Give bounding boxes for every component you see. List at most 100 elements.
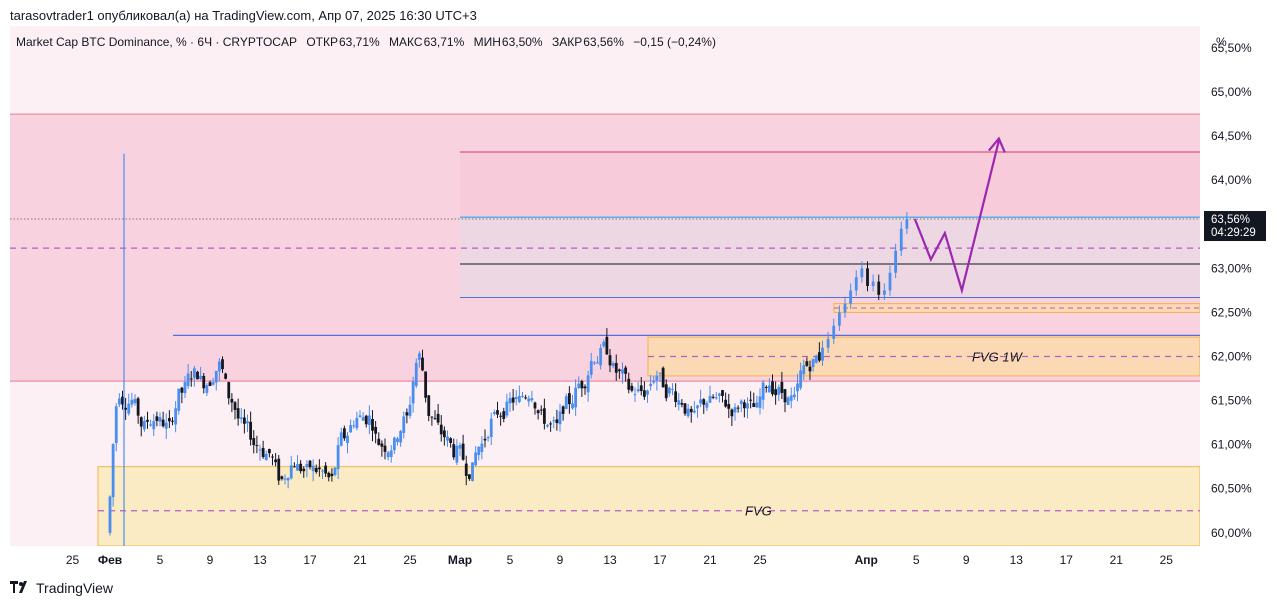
candle-body (474, 452, 478, 466)
candle-body (289, 465, 293, 479)
candle-body (894, 250, 898, 273)
candle-body (205, 385, 209, 393)
candle-body (317, 467, 321, 470)
candle-body (749, 399, 753, 401)
candle-body (155, 416, 159, 421)
candle-body (233, 402, 237, 410)
legend-high: 63,71% (423, 35, 465, 49)
x-tick-label: 5 (507, 553, 514, 567)
candle-body (574, 387, 578, 408)
legend-close-label: ЗАКР (551, 35, 583, 49)
candle-body (211, 382, 215, 385)
candle-body (252, 438, 256, 446)
candle-body (689, 408, 693, 413)
candle-body (221, 359, 224, 370)
candle-body (614, 362, 618, 373)
candle-body (330, 473, 334, 477)
candle-body (389, 450, 393, 457)
legend-low-label: МИН (473, 35, 501, 49)
candle-body (696, 405, 699, 409)
candle-body (624, 367, 628, 374)
legend-symbol[interactable]: Market Cap BTC Dominance, % · 6Ч · CRYPT… (16, 35, 297, 49)
candle (414, 358, 418, 389)
x-tick-label: 9 (963, 553, 970, 567)
candle-body (421, 357, 424, 371)
candle-body (505, 401, 509, 416)
candle-body (796, 383, 799, 392)
y-tick-label: 61,00% (1211, 438, 1252, 452)
candle-body (714, 397, 718, 399)
candle-body (458, 445, 462, 449)
candle-body (496, 410, 499, 415)
footer-brand-label: TradingView (36, 580, 114, 596)
candle-body (464, 463, 468, 476)
candle-body (139, 417, 143, 427)
candle-body (686, 408, 690, 417)
candle-body (311, 465, 315, 472)
x-tick-label: 21 (1110, 553, 1124, 567)
candle-body (339, 432, 343, 446)
candle (814, 354, 818, 364)
candle-body (146, 419, 149, 422)
candle-body (761, 382, 765, 400)
candle-body (196, 371, 199, 380)
x-tick-label: 17 (653, 553, 667, 567)
x-tick-label: 13 (603, 553, 617, 567)
candle-body (627, 378, 631, 390)
candle-body (133, 398, 137, 404)
candle-body (877, 281, 881, 295)
candle-body (664, 384, 668, 399)
candle-body (633, 394, 637, 396)
candle-body (599, 347, 603, 366)
candle-body (449, 438, 453, 443)
candle-body (708, 395, 712, 403)
candle-body (336, 445, 340, 470)
candle-body (114, 406, 118, 444)
candle-body (508, 398, 512, 404)
candle-body (152, 421, 156, 430)
candle-body (546, 424, 549, 427)
candle (108, 495, 112, 536)
candle-body (489, 418, 493, 437)
candle-body (286, 477, 290, 481)
candle-body (202, 375, 206, 389)
candle-body (171, 420, 174, 422)
candle-body (583, 386, 587, 389)
x-axis-panel (0, 546, 1280, 572)
candle-body (283, 478, 287, 480)
candle-body (399, 431, 403, 443)
candle-body (882, 290, 886, 295)
y-tick-label: 64,00% (1211, 173, 1252, 187)
candle-body (605, 336, 609, 355)
candle-body (692, 410, 696, 413)
candle-body (561, 406, 565, 414)
candle-body (899, 228, 903, 251)
candle (661, 366, 665, 388)
x-tick-label: 9 (207, 553, 214, 567)
legend-high-label: МАКС (389, 35, 423, 49)
candle-body (358, 415, 362, 417)
price-chart[interactable]: FVG 1W FVG 60,00% 60,50% 61,00% 61,50% 62,00%… (0, 26, 1280, 572)
candle-body (849, 290, 853, 304)
candle-body (239, 417, 243, 419)
candle-body (455, 445, 459, 463)
candle-body (733, 407, 737, 413)
y-tick-label: 64,50% (1211, 129, 1252, 143)
fvg-label: FVG (745, 504, 772, 519)
legend-close: 63,56% (583, 35, 624, 49)
publisher-line: tarasovtrader1 опубликовал(а) на Trading… (10, 8, 477, 23)
candle (177, 388, 181, 415)
candle-body (661, 367, 665, 388)
x-tick-label: 5 (913, 553, 920, 567)
candle-body (208, 382, 212, 387)
candle-body (671, 389, 674, 391)
candle-body (758, 396, 762, 408)
candle (277, 455, 281, 485)
candle-body (680, 403, 684, 405)
footer-brand[interactable]: TradingView (10, 580, 113, 596)
candle-body (539, 409, 543, 411)
candle-body (380, 443, 384, 447)
candle-body (533, 402, 537, 409)
candle-body (364, 415, 368, 425)
candle-body (461, 443, 465, 460)
